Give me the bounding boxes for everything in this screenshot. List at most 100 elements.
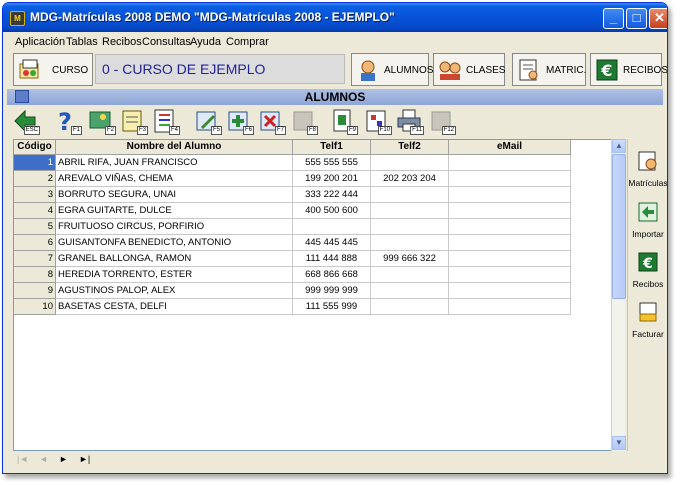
- cell-nombre[interactable]: ABRIL RIFA, JUAN FRANCISCO: [56, 155, 293, 171]
- menu-tablas[interactable]: Tablas: [66, 36, 98, 48]
- cell-email[interactable]: [449, 283, 571, 299]
- report-button[interactable]: F10: [363, 107, 392, 135]
- delete-button[interactable]: F7: [257, 107, 286, 135]
- cell-telf2[interactable]: [371, 203, 449, 219]
- menu-consultas[interactable]: Consultas: [142, 36, 191, 48]
- cell-email[interactable]: [449, 235, 571, 251]
- cell-codigo[interactable]: 2: [14, 171, 56, 187]
- close-button[interactable]: ✕: [649, 8, 667, 29]
- cell-codigo[interactable]: 3: [14, 187, 56, 203]
- cell-telf1[interactable]: 400 500 600: [293, 203, 371, 219]
- menu-comprar[interactable]: Comprar: [226, 36, 269, 48]
- nav-first-icon[interactable]: |◄: [17, 454, 28, 464]
- exit-button[interactable]: ESC: [11, 107, 40, 135]
- students-grid[interactable]: Código Nombre del Alumno Telf1 Telf2 eMa…: [13, 139, 625, 451]
- cell-telf1[interactable]: 555 555 555: [293, 155, 371, 171]
- cell-nombre[interactable]: BASETAS CESTA, DELFI: [56, 299, 293, 315]
- side-recibos-button[interactable]: € Recibos: [629, 245, 667, 295]
- cell-nombre[interactable]: GRANEL BALLONGA, RAMON: [56, 251, 293, 267]
- cell-telf1[interactable]: [293, 219, 371, 235]
- cell-email[interactable]: [449, 299, 571, 315]
- menu-aplicacion[interactable]: Aplicación: [15, 36, 65, 48]
- cell-email[interactable]: [449, 203, 571, 219]
- cell-telf2[interactable]: [371, 187, 449, 203]
- minimize-button[interactable]: _: [603, 8, 624, 29]
- table-row[interactable]: 4 EGRA GUITARTE, DULCE 400 500 600: [14, 203, 571, 219]
- cell-telf1[interactable]: 333 222 444: [293, 187, 371, 203]
- table-row[interactable]: 5 FRUITUOSO CIRCUS, PORFIRIO: [14, 219, 571, 235]
- add-button[interactable]: F6: [225, 107, 254, 135]
- cell-telf1[interactable]: 111 555 999: [293, 299, 371, 315]
- maximize-button[interactable]: □: [626, 8, 647, 29]
- export-button[interactable]: F9: [329, 107, 358, 135]
- clases-button[interactable]: CLASES: [433, 53, 505, 86]
- cell-email[interactable]: [449, 267, 571, 283]
- title-bar[interactable]: M MDG-Matrículas 2008 DEMO "MDG-Matrícul…: [3, 3, 667, 32]
- print-button[interactable]: F11: [395, 107, 424, 135]
- cell-nombre[interactable]: BORRUTO SEGURA, UNAI: [56, 187, 293, 203]
- nav-next-icon[interactable]: ►: [59, 454, 68, 464]
- cell-codigo[interactable]: 5: [14, 219, 56, 235]
- cell-nombre[interactable]: GUISANTONFA BENEDICTO, ANTONIO: [56, 235, 293, 251]
- alumnos-button[interactable]: ALUMNOS: [351, 53, 433, 86]
- col-telf2[interactable]: Telf2: [371, 140, 449, 155]
- table-row[interactable]: 9 AGUSTINOS PALOP, ALEX 999 999 999: [14, 283, 571, 299]
- side-importar-button[interactable]: Importar: [629, 195, 667, 245]
- side-facturar-button[interactable]: Facturar: [629, 295, 667, 345]
- vertical-scrollbar[interactable]: ▲ ▼: [611, 139, 626, 451]
- cell-telf1[interactable]: 445 445 445: [293, 235, 371, 251]
- cell-codigo[interactable]: 9: [14, 283, 56, 299]
- cell-email[interactable]: [449, 155, 571, 171]
- cell-nombre[interactable]: EGRA GUITARTE, DULCE: [56, 203, 293, 219]
- cell-codigo[interactable]: 7: [14, 251, 56, 267]
- cell-email[interactable]: [449, 219, 571, 235]
- col-codigo[interactable]: Código: [14, 140, 56, 155]
- cell-email[interactable]: [449, 251, 571, 267]
- cell-codigo[interactable]: 4: [14, 203, 56, 219]
- matric-button[interactable]: MATRIC.: [512, 53, 586, 86]
- cell-email[interactable]: [449, 171, 571, 187]
- table-row[interactable]: 6 GUISANTONFA BENEDICTO, ANTONIO 445 445 4…: [14, 235, 571, 251]
- cell-codigo[interactable]: 8: [14, 267, 56, 283]
- cell-codigo[interactable]: 10: [14, 299, 56, 315]
- table-row[interactable]: 8 HEREDIA TORRENTO, ESTER 668 866 668: [14, 267, 571, 283]
- picture-button[interactable]: F2: [87, 107, 116, 135]
- nav-prev-icon[interactable]: ◄: [39, 454, 48, 464]
- cell-telf2[interactable]: [371, 235, 449, 251]
- cell-email[interactable]: [449, 187, 571, 203]
- menu-recibos[interactable]: Recibos: [102, 36, 142, 48]
- nav-last-icon[interactable]: ►|: [79, 454, 90, 464]
- curso-button[interactable]: CURSO: [13, 53, 93, 86]
- scroll-down-icon[interactable]: ▼: [612, 436, 626, 450]
- col-telf1[interactable]: Telf1: [293, 140, 371, 155]
- table-row[interactable]: 10 BASETAS CESTA, DELFI 111 555 999: [14, 299, 571, 315]
- cell-nombre[interactable]: AGUSTINOS PALOP, ALEX: [56, 283, 293, 299]
- cell-telf2[interactable]: [371, 155, 449, 171]
- scroll-thumb[interactable]: [612, 154, 626, 299]
- cell-telf2[interactable]: 999 666 322: [371, 251, 449, 267]
- side-matriculas-button[interactable]: Matrículas: [628, 144, 667, 194]
- table-row[interactable]: 2 AREVALO VIÑAS, CHEMA 199 200 201 202 203 …: [14, 171, 571, 187]
- cell-nombre[interactable]: FRUITUOSO CIRCUS, PORFIRIO: [56, 219, 293, 235]
- col-nombre[interactable]: Nombre del Alumno: [56, 140, 293, 155]
- cell-nombre[interactable]: AREVALO VIÑAS, CHEMA: [56, 171, 293, 187]
- scroll-up-icon[interactable]: ▲: [612, 139, 626, 153]
- cell-nombre[interactable]: HEREDIA TORRENTO, ESTER: [56, 267, 293, 283]
- help-button[interactable]: ? F1: [53, 107, 82, 136]
- menu-ayuda[interactable]: Ayuda: [190, 36, 221, 48]
- cell-codigo[interactable]: 1: [14, 155, 56, 171]
- cell-telf1[interactable]: 668 866 668: [293, 267, 371, 283]
- cell-telf2[interactable]: 202 203 204: [371, 171, 449, 187]
- cell-telf2[interactable]: [371, 267, 449, 283]
- table-row[interactable]: 3 BORRUTO SEGURA, UNAI 333 222 444: [14, 187, 571, 203]
- notes-button[interactable]: F3: [119, 107, 148, 135]
- list-button[interactable]: F4: [151, 107, 180, 135]
- edit-button[interactable]: F5: [193, 107, 222, 135]
- recibos-button[interactable]: € RECIBOS: [590, 53, 667, 86]
- cell-telf1[interactable]: 111 444 888: [293, 251, 371, 267]
- cell-telf1[interactable]: 199 200 201: [293, 171, 371, 187]
- cell-telf2[interactable]: [371, 283, 449, 299]
- table-row[interactable]: 1 ABRIL RIFA, JUAN FRANCISCO 555 555 555: [14, 155, 571, 171]
- cell-telf2[interactable]: [371, 219, 449, 235]
- cell-telf2[interactable]: [371, 299, 449, 315]
